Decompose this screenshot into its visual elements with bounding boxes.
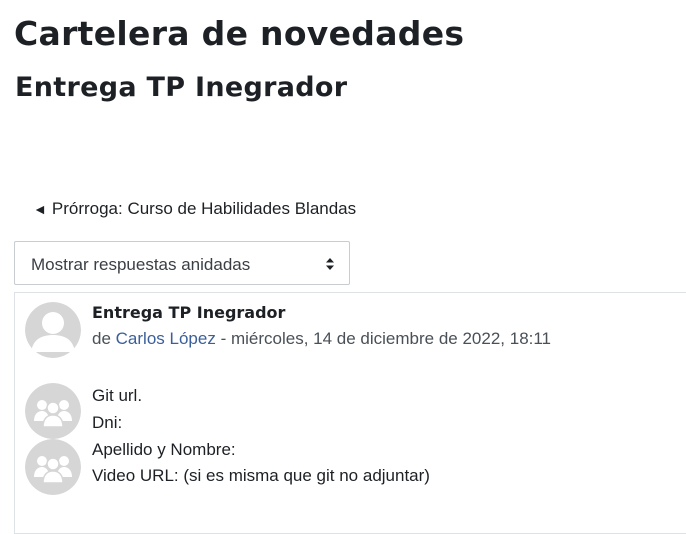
post-by-prefix: de [92, 329, 111, 348]
user-avatar-icon[interactable] [25, 302, 81, 358]
post-body-line: Dni: [92, 413, 123, 432]
post-body-line: Apellido y Nombre: [92, 440, 236, 459]
post-meta-separator: - [220, 329, 227, 348]
post-body-line: Video URL: (si es misma que git no adjun… [92, 466, 430, 485]
group-icon [25, 439, 81, 495]
display-mode-select[interactable]: Mostrar respuestas anidadas [14, 241, 350, 285]
discussion-title: Entrega TP Inegrador [15, 72, 348, 103]
post-author-link[interactable]: Carlos López [116, 329, 216, 348]
left-triangle-icon: ◄ [33, 201, 47, 217]
prev-discussion-label: Prórroga: Curso de Habilidades Blandas [51, 199, 357, 218]
forum-title: Cartelera de novedades [14, 14, 465, 53]
post-subject: Entrega TP Inegrador [92, 303, 286, 322]
display-mode-value: Mostrar respuestas anidadas [31, 255, 251, 274]
updown-caret-icon [326, 258, 334, 270]
group-icon [25, 383, 81, 439]
post-body-line: Git url. [92, 386, 143, 405]
post-meta: de Carlos López - miércoles, 14 de dicie… [92, 329, 551, 349]
prev-discussion-link[interactable]: ◄ Prórroga: Curso de Habilidades Blandas [33, 199, 356, 219]
post-date: miércoles, 14 de diciembre de 2022, 18:1… [230, 329, 552, 348]
